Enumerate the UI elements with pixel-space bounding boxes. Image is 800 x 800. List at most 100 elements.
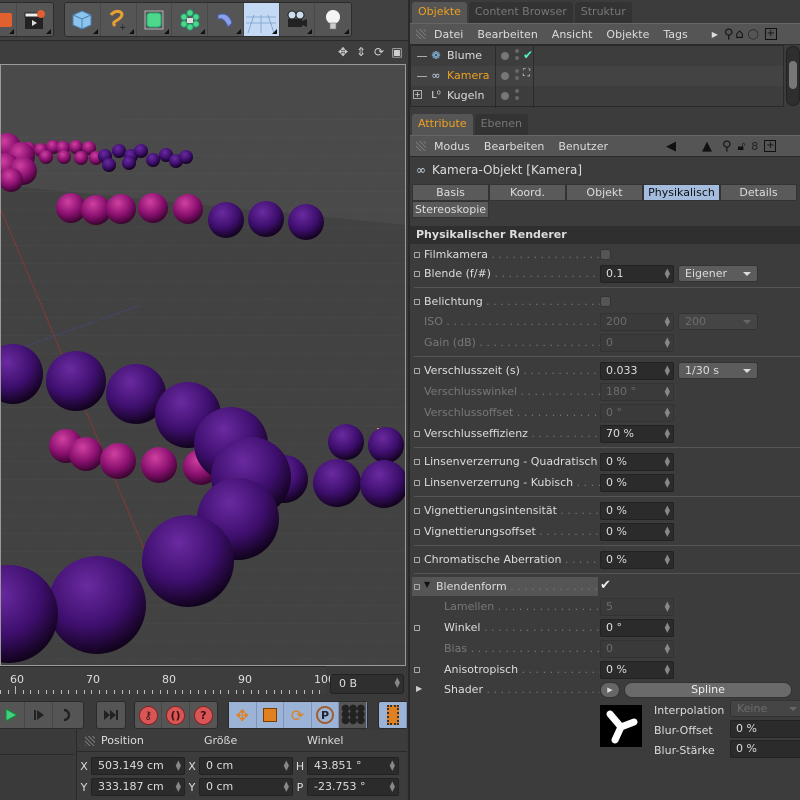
layout-icon[interactable]: ▣ [390, 45, 404, 59]
gain-field[interactable]: 0 ▲ ▼ [600, 334, 674, 352]
menu-tags[interactable]: Tags [663, 28, 687, 41]
keyframe-selection-button[interactable]: ? [190, 702, 217, 728]
rotation-p-field[interactable]: -23.753 ° ▲ ▼ [307, 778, 399, 796]
menu-overflow-icon[interactable]: ▶ [712, 30, 718, 39]
back-arrow-icon[interactable]: ◀ [666, 139, 676, 154]
search-icon[interactable]: ⚲ [724, 27, 734, 42]
cube-button[interactable] [65, 3, 101, 36]
blur-offset-field[interactable]: 0 % [730, 720, 800, 738]
sphere[interactable] [179, 150, 193, 164]
lamellen-field[interactable]: 5 ▲ ▼ [600, 598, 674, 616]
verschlusszeit-preset-dropdown[interactable]: 1/30 s [678, 362, 758, 379]
zoom-view-icon[interactable]: ⇕ [354, 45, 368, 59]
animate-toggle[interactable] [414, 625, 420, 631]
stepper-icon[interactable]: ▲ ▼ [176, 781, 181, 793]
visibility-dot[interactable] [501, 52, 509, 60]
rotate-view-icon[interactable]: ⟳ [372, 45, 386, 59]
menu-bearbeiten[interactable]: Bearbeiten [477, 28, 537, 41]
stepper-icon[interactable]: ▲ ▼ [395, 677, 400, 689]
sphere[interactable] [69, 437, 103, 471]
panel-grip-icon[interactable] [416, 141, 426, 151]
stepper-icon[interactable]: ▲ ▼ [665, 365, 670, 377]
stepper-icon[interactable]: ▲ ▼ [665, 268, 670, 280]
play-button[interactable] [0, 702, 25, 728]
position-x-field[interactable]: 503.149 cm ▲ ▼ [91, 757, 185, 775]
sphere[interactable] [102, 158, 116, 172]
sphere[interactable] [360, 460, 406, 508]
sphere[interactable] [208, 202, 244, 238]
render-dots[interactable] [515, 69, 519, 83]
stepper-icon[interactable]: ▲ ▼ [665, 554, 670, 566]
sphere[interactable] [57, 150, 71, 164]
animate-toggle[interactable] [414, 299, 420, 305]
sphere[interactable] [288, 204, 324, 240]
spline-button[interactable]: + [101, 3, 137, 36]
winkel-field[interactable]: 0 ° ▲ ▼ [600, 619, 674, 637]
stepper-icon[interactable]: ▲ ▼ [284, 781, 289, 793]
rotation-key-button[interactable]: ⟳ [284, 702, 312, 728]
iso-field[interactable]: 200 ▲ ▼ [600, 313, 674, 331]
sphere[interactable] [146, 153, 160, 167]
deformer-button[interactable] [208, 3, 244, 36]
bias-field[interactable]: 0 ▲ ▼ [600, 640, 674, 658]
menu-bearbeiten[interactable]: Bearbeiten [484, 140, 544, 153]
render-dots[interactable] [515, 49, 519, 63]
panel-grip-icon[interactable] [85, 736, 95, 746]
autokey-button[interactable]: () [162, 702, 190, 728]
stepper-icon[interactable]: ▲ ▼ [665, 316, 670, 328]
sphere[interactable] [138, 193, 168, 223]
sphere[interactable] [48, 556, 146, 654]
object-row-blume[interactable]: ❁ Blume ✔ [411, 46, 783, 66]
tab-stereoskopie[interactable]: Stereoskopie [412, 201, 489, 218]
interpolation-dropdown[interactable]: Keine [730, 700, 800, 717]
sphere[interactable] [100, 443, 136, 479]
sphere[interactable] [313, 459, 361, 507]
next-frame-button[interactable] [25, 702, 53, 728]
visibility-dot[interactable] [501, 72, 509, 80]
expand-triangle-icon[interactable]: ▶ [416, 684, 422, 693]
render-dots[interactable] [515, 89, 519, 103]
stepper-icon[interactable]: ▲ ▼ [665, 337, 670, 349]
size-x-field[interactable]: 0 cm ▲ ▼ [199, 757, 293, 775]
goto-end-button[interactable] [97, 702, 125, 728]
light-button[interactable] [315, 3, 351, 36]
linsen-kub-field[interactable]: 0 % ▲ ▼ [600, 474, 674, 492]
stepper-icon[interactable]: ▲ ▼ [390, 760, 395, 772]
menu-modus[interactable]: Modus [434, 140, 470, 153]
sphere[interactable] [142, 515, 234, 607]
tab-objekte[interactable]: Objekte [412, 2, 467, 24]
collapse-triangle-icon[interactable]: ▼ [424, 580, 430, 589]
blendenform-checkbox[interactable]: ✔ [600, 578, 611, 593]
loop-button[interactable] [53, 702, 81, 728]
sphere[interactable] [248, 201, 284, 237]
verschlusszeit-field[interactable]: 0.033 ▲ ▼ [600, 362, 674, 380]
rotation-h-field[interactable]: 43.851 ° ▲ ▼ [307, 757, 399, 775]
new-panel-icon[interactable]: + [764, 28, 777, 40]
stepper-icon[interactable]: ▲ ▼ [176, 760, 181, 772]
render-view-button[interactable] [17, 3, 53, 36]
animate-toggle[interactable] [414, 431, 420, 437]
position-y-field[interactable]: 333.187 cm ▲ ▼ [91, 778, 185, 796]
tab-ebenen[interactable]: Ebenen [474, 114, 528, 136]
array-button[interactable] [172, 3, 208, 36]
3d-viewport[interactable] [0, 64, 406, 666]
object-row-kamera[interactable]: ∞ Kamera ⛶ [411, 66, 783, 86]
tab-details[interactable]: Details [720, 184, 797, 201]
point-level-button[interactable]: ●●● ●●● ●●● [339, 702, 367, 728]
blende-preset-dropdown[interactable]: Eigener [678, 265, 758, 282]
stepper-icon[interactable]: ▲ ▼ [390, 781, 395, 793]
object-list-scrollbar[interactable] [786, 46, 800, 106]
animate-toggle[interactable] [414, 529, 420, 535]
shader-button[interactable]: Spline [624, 682, 792, 698]
stepper-icon[interactable]: ▲ ▼ [665, 622, 670, 634]
animate-toggle[interactable] [414, 480, 420, 486]
current-frame-field[interactable]: 0 B ▲ ▼ [330, 674, 404, 694]
search-icon[interactable]: ⚲ [722, 139, 732, 154]
belichtung-checkbox[interactable] [600, 296, 611, 307]
expand-icon[interactable]: + [413, 90, 422, 99]
sphere[interactable] [141, 447, 177, 483]
stepper-icon[interactable]: ▲ ▼ [665, 456, 670, 468]
stepper-icon[interactable]: ▲ ▼ [665, 477, 670, 489]
iso-preset-dropdown[interactable]: 200 [678, 313, 758, 330]
blende-field[interactable]: 0.1 ▲ ▼ [600, 265, 674, 283]
